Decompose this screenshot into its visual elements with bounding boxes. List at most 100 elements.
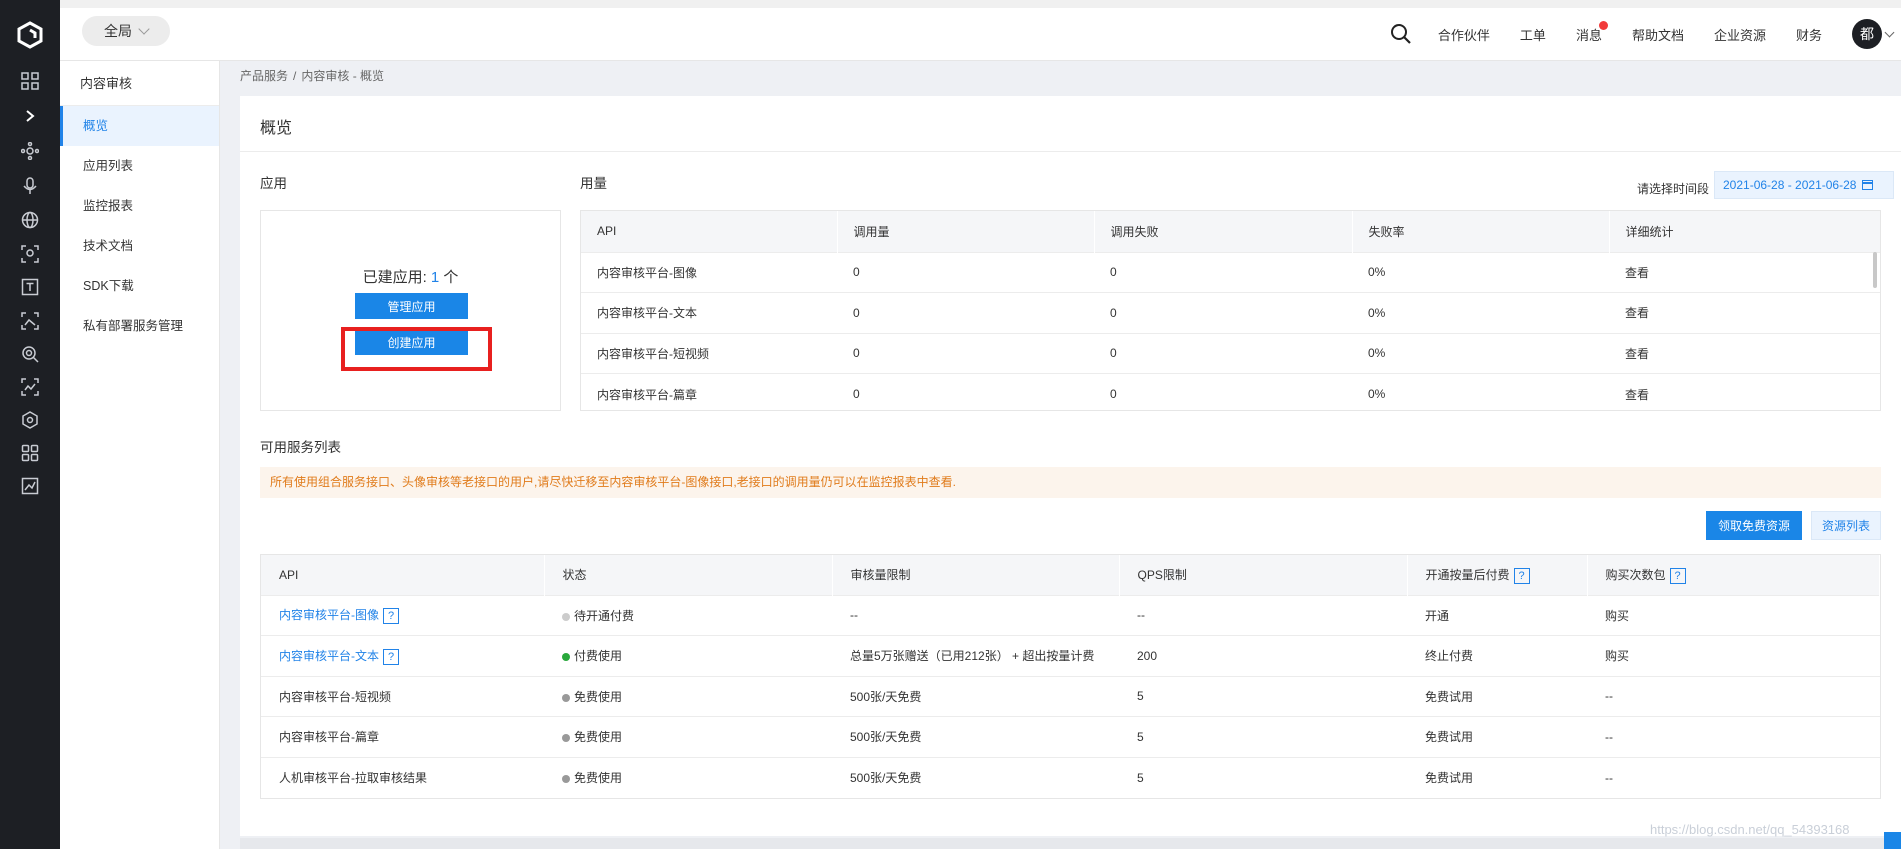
calendar-icon	[1862, 180, 1874, 190]
cube-icon[interactable]	[18, 408, 42, 432]
call-count: 0	[837, 373, 1094, 410]
view-stats-link[interactable]: 查看	[1609, 251, 1880, 293]
fail-count: 0	[1094, 373, 1352, 410]
nav-help-docs[interactable]: 帮助文档	[1632, 25, 1684, 44]
help-icon[interactable]: ?	[383, 608, 399, 625]
image-recognition-icon[interactable]	[18, 309, 42, 333]
cube-logo-icon	[17, 20, 43, 49]
sidebar-item-sdk-download[interactable]: SDK下载	[60, 266, 219, 306]
sidebar-item-overview[interactable]: 概览	[60, 106, 219, 146]
column-header-package: 购买次数包?	[1587, 555, 1880, 595]
grid-icon[interactable]	[18, 69, 42, 93]
sidebar-title: 内容审核	[60, 61, 219, 106]
api-name: 内容审核平台-文本	[581, 292, 837, 333]
postpaid-cell: 免费试用	[1407, 716, 1587, 757]
buy-link[interactable]: 购买	[1587, 594, 1880, 636]
package-cell: --	[1587, 756, 1880, 798]
top-bar: 全局 合作伙伴 工单 消息 帮助文档 企业资源 财务 都	[0, 0, 1901, 69]
microphone-icon[interactable]	[18, 174, 42, 198]
api-link[interactable]: 内容审核平台-文本	[279, 649, 379, 663]
help-icon[interactable]: ?	[383, 648, 399, 665]
table-scrollbar[interactable]	[1873, 252, 1877, 288]
scope-dropdown[interactable]: 全局	[82, 16, 170, 46]
bottom-strip	[240, 838, 1901, 849]
view-stats-link[interactable]: 查看	[1609, 332, 1880, 374]
fail-count: 0	[1094, 292, 1352, 333]
fail-rate: 0%	[1352, 292, 1609, 333]
text-box-icon[interactable]	[18, 275, 42, 299]
nav-tickets[interactable]: 工单	[1520, 25, 1546, 44]
column-header: API	[261, 555, 545, 595]
table-row: 内容审核平台-文本? 付费使用 总量5万张赠送（已用212张） + 超出按量计费…	[261, 635, 1880, 676]
search-icon[interactable]	[1390, 23, 1412, 45]
brand-logo[interactable]	[0, 0, 60, 69]
table-row: 内容审核平台-文本 0 0 0% 查看	[581, 292, 1880, 333]
product-rail	[0, 61, 60, 849]
buy-link[interactable]: 购买	[1587, 635, 1880, 676]
activate-link[interactable]: 开通	[1407, 594, 1587, 636]
status-cell: 免费使用	[544, 756, 832, 798]
view-stats-link[interactable]: 查看	[1609, 292, 1880, 333]
api-cell: 内容审核平台-文本?	[261, 635, 544, 676]
main-content: 概览 应用 用量 已建应用: 1 个 管理应用 创建应用 请选择时间段 2021…	[240, 96, 1901, 836]
api-link[interactable]: 内容审核平台-图像	[279, 608, 379, 622]
nav-partners[interactable]: 合作伙伴	[1438, 25, 1490, 44]
app-summary-box: 已建应用: 1 个 管理应用 创建应用	[260, 210, 561, 411]
status-text: 待开通付费	[574, 608, 635, 623]
services-table: API 状态 审核量限制 QPS限制 开通按量后付费? 购买次数包? 内容审核平…	[260, 554, 1881, 799]
fail-rate: 0%	[1352, 251, 1609, 293]
manage-app-button[interactable]: 管理应用	[355, 293, 468, 319]
table-header-row: API 调用量 调用失败 失败率 详细统计	[581, 211, 1880, 252]
postpaid-cell: 免费试用	[1407, 675, 1587, 717]
chevron-down-icon[interactable]	[1884, 27, 1895, 37]
breadcrumb-product-services[interactable]: 产品服务	[240, 69, 288, 83]
user-avatar[interactable]: 都	[1852, 19, 1882, 49]
app-count-unit: 个	[443, 269, 459, 286]
column-header-label: 购买次数包	[1605, 567, 1666, 582]
usage-table: API 调用量 调用失败 失败率 详细统计 内容审核平台-图像 0 0 0% 查…	[580, 210, 1881, 411]
column-header: 状态	[544, 555, 833, 595]
help-icon[interactable]: ?	[1513, 567, 1530, 584]
nav-enterprise-resources[interactable]: 企业资源	[1714, 25, 1766, 44]
postpaid-cell: 免费试用	[1407, 756, 1587, 798]
resource-list-button[interactable]: 资源列表	[1811, 511, 1881, 540]
table-header-row: API 状态 审核量限制 QPS限制 开通按量后付费? 购买次数包?	[261, 555, 1880, 595]
fail-count: 0	[1094, 332, 1352, 374]
api-name: 内容审核平台-篇章	[581, 373, 837, 410]
help-icon[interactable]: ?	[1669, 567, 1686, 584]
status-dot	[562, 653, 570, 662]
api-cell: 内容审核平台-图像?	[261, 594, 544, 636]
page-title: 概览	[260, 120, 293, 137]
nav-messages[interactable]: 消息	[1576, 20, 1608, 44]
chart-box-icon[interactable]	[18, 474, 42, 498]
product-sidebar: 内容审核 概览 应用列表 监控报表 技术文档 SDK下载 私有部署服务管理	[60, 61, 220, 849]
network-icon[interactable]	[18, 139, 42, 163]
apps-icon[interactable]	[18, 441, 42, 465]
scan-face-icon[interactable]	[18, 242, 42, 266]
sidebar-item-private-deployment[interactable]: 私有部署服务管理	[60, 306, 219, 346]
notification-dot	[1598, 20, 1608, 30]
sidebar-item-app-list[interactable]: 应用列表	[60, 146, 219, 186]
sidebar-item-tech-docs[interactable]: 技术文档	[60, 226, 219, 266]
stop-billing-link[interactable]: 终止付费	[1407, 635, 1587, 676]
status-dot	[562, 774, 570, 783]
status-dot	[562, 612, 570, 621]
sidebar-item-monitoring[interactable]: 监控报表	[60, 186, 219, 226]
date-range-picker[interactable]: 2021-06-28 - 2021-06-28	[1714, 171, 1894, 199]
feedback-button[interactable]	[1884, 832, 1901, 849]
qps-cell: 5	[1119, 716, 1407, 757]
column-header: 调用量	[837, 211, 1095, 252]
nav-finance[interactable]: 财务	[1796, 25, 1822, 44]
divider	[240, 151, 1901, 152]
chevron-right-icon[interactable]	[18, 104, 42, 128]
breadcrumb: 产品服务 / 内容审核 - 概览	[240, 69, 385, 83]
claim-free-resource-button[interactable]: 领取免费资源	[1706, 511, 1802, 540]
fail-rate: 0%	[1352, 373, 1609, 410]
camera-search-icon[interactable]	[18, 342, 42, 366]
globe-icon[interactable]	[18, 208, 42, 232]
fail-count: 0	[1094, 251, 1352, 293]
limit-cell: 500张/天免费	[832, 675, 1119, 717]
image-analysis-icon[interactable]	[18, 375, 42, 399]
app-count-value: 1	[430, 269, 440, 286]
view-stats-link[interactable]: 查看	[1609, 373, 1880, 410]
